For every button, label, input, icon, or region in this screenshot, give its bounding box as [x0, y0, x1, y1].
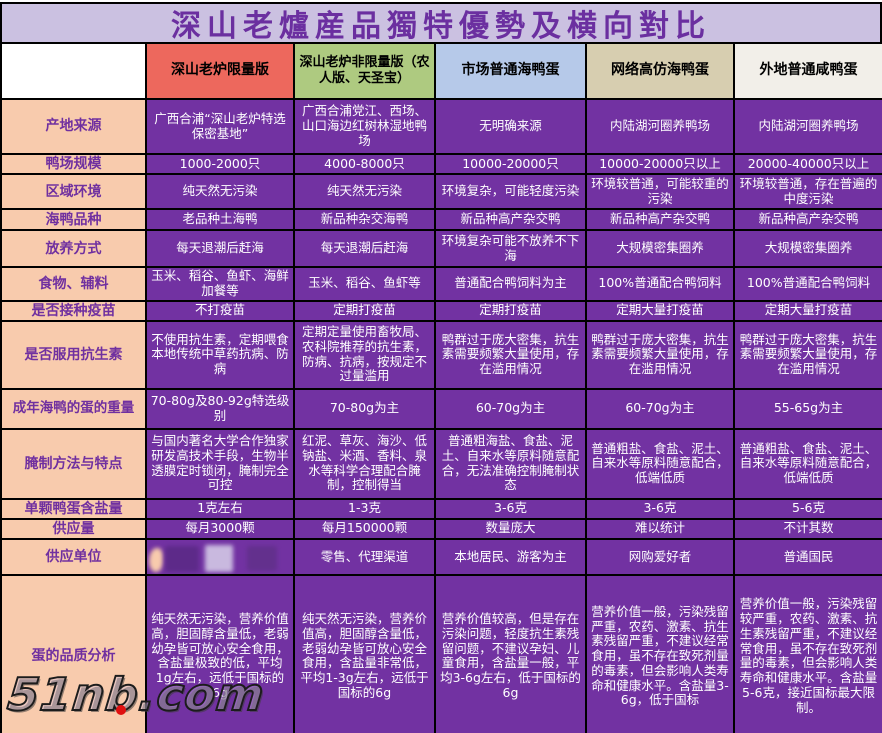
- row-label: 食物、辅料: [0, 266, 147, 302]
- table-cell: 普通粗海盐、食盐、泥土、自来水等原料随意配合，无法准确控制腌制状态: [434, 427, 587, 500]
- table-cell: 无明确来源: [434, 98, 587, 155]
- table-cell: 大规模密集圈养: [733, 229, 882, 269]
- table-cell: 4000-8000只: [293, 152, 436, 176]
- table-cell: 新品种高产杂交鸭: [434, 208, 587, 232]
- table-cell: 每天退潮后赶海: [293, 229, 436, 269]
- table-cell: 普通粗盐、食盐、泥土、自来水等原料随意配合，低端低质: [585, 427, 735, 500]
- table-cell: 环境复杂，可能轻度污染: [434, 173, 587, 211]
- table-cell: 鸭群过于庞大密集，抗生素需要频繁大量使用，存在滥用情况: [434, 319, 587, 390]
- table-cell: 100%普通配合鸭饲料: [733, 266, 882, 302]
- table-cell: 红泥、草灰、海沙、低钠盐、米酒、香料、泉水等科学合理配合腌制，控制得当: [293, 427, 436, 500]
- table-cell: 零售、代理渠道: [293, 537, 436, 576]
- table-cell: 普通粗盐、食盐、泥土、自来水等原料随意配合，低端低质: [733, 427, 882, 500]
- table-cell: 广西合浦党江、西场、山口海边红树林湿地鸭场: [293, 98, 436, 155]
- row-label: 区域环境: [0, 173, 147, 211]
- column-header: 深山老炉非限量版（农人版、天圣宝）: [293, 42, 436, 100]
- row-label: 腌制方法与特点: [0, 427, 147, 500]
- table-cell: 鸭群过于庞大密集，抗生素需要频繁大量使用，存在滥用情况: [733, 319, 882, 390]
- table-cell: 不打疫苗: [145, 299, 295, 322]
- comparison-table-body: 深山老炉限量版 深山老炉非限量版（农人版、天圣宝） 市场普通海鸭蛋 网络高仿海鸭蛋 外地…: [0, 42, 882, 733]
- table-cell: 定期大量打疫苗: [585, 299, 735, 322]
- row-label: 成年海鸭的蛋的重量: [0, 387, 147, 430]
- table-cell: 每天退潮后赶海: [145, 229, 295, 269]
- table-cell: 不使用抗生素，定期喂食本地传统中草药抗病、防病: [145, 319, 295, 390]
- table-cell: 环境较普通，可能较重的污染: [585, 173, 735, 211]
- table-cell: 定期大量打疫苗: [733, 299, 882, 322]
- row-label: 是否服用抗生素: [0, 319, 147, 390]
- table-cell: 广西合浦“深山老炉特选保密基地”: [145, 98, 295, 155]
- table-cell: 鸭群过于庞大密集，抗生素需要频繁大量使用，存在滥用情况: [585, 319, 735, 390]
- row-label: 产地来源: [0, 98, 147, 155]
- table-cell: 老品种土海鸭: [145, 208, 295, 232]
- table-cell: 55-65g为主: [733, 387, 882, 430]
- column-header: 深山老炉限量版: [145, 42, 295, 100]
- table-cell: 70-80g及80-92g特选级别: [145, 387, 295, 430]
- table-cell: 大规模密集圈养: [585, 229, 735, 269]
- table-cell: 每月150000颗: [293, 517, 436, 540]
- table-cell: 数量庞大: [434, 517, 587, 540]
- table-cell: 普通配合鸭饲料为主: [434, 266, 587, 302]
- table-cell: 纯天然无污染，营养价值高，胆固醇含量低，老弱幼孕皆可放心安全食用，含盐量非常低，…: [293, 573, 436, 733]
- row-label: 供应单位: [0, 537, 147, 576]
- table-cell: 定期定量使用畜牧局、农科院推荐的抗生素，防病、抗病，按规定不过量滥用: [293, 319, 436, 390]
- column-header: 市场普通海鸭蛋: [434, 42, 587, 100]
- table-cell: 1克左右: [145, 497, 295, 520]
- comparison-sheet: 深山老爐産品獨特優勢及横向對比 深山老炉限量版 深山老炉非限量版（农人版、天圣宝）…: [0, 0, 882, 733]
- table-cell: 60-70g为主: [585, 387, 735, 430]
- table-cell: 玉米、稻谷、鱼虾等: [293, 266, 436, 302]
- table-cell: 10000-20000只: [434, 152, 587, 176]
- table-cell: 玉米、稻谷、鱼虾、海鲜加餐等: [145, 266, 295, 302]
- row-label: 鸭场规模: [0, 152, 147, 176]
- table-cell: 100%普通配合鸭饲料: [585, 266, 735, 302]
- table-cell: 定期打疫苗: [434, 299, 587, 322]
- table-cell: 新品种高产杂交鸭: [733, 208, 882, 232]
- table-cell: 3-6克: [585, 497, 735, 520]
- table-cell: 60-70g为主: [434, 387, 587, 430]
- censored-cell: [145, 537, 295, 576]
- table-cell: 普通国民: [733, 537, 882, 576]
- censor-blur-block: [247, 545, 277, 571]
- corner-cell: [0, 42, 147, 100]
- table-cell: 定期打疫苗: [293, 299, 436, 322]
- table-cell: 1-3克: [293, 497, 436, 520]
- table-cell: 纯天然无污染: [293, 173, 436, 211]
- table-cell: 1000-2000只: [145, 152, 295, 176]
- sheet-title: 深山老爐産品獨特優勢及横向對比: [171, 9, 711, 44]
- table-cell: 10000-20000只以上: [585, 152, 735, 176]
- table-cell: 难以统计: [585, 517, 735, 540]
- table-cell: 网购爱好者: [585, 537, 735, 576]
- sheet-title-bar: 深山老爐産品獨特優勢及横向對比: [0, 2, 882, 44]
- table-cell: 70-80g为主: [293, 387, 436, 430]
- table-cell: 新品种杂交海鸭: [293, 208, 436, 232]
- watermark-red-dot: [116, 705, 126, 715]
- censor-blur-block: [165, 545, 199, 572]
- censor-blur-block: [149, 547, 163, 572]
- column-header: 网络高仿海鸭蛋: [585, 42, 735, 100]
- table-cell: 营养价值一般，污染残留严重，农药、激素、抗生素残留严重，不建议经常食用，虽不存在…: [585, 573, 735, 733]
- row-label: 是否接种疫苗: [0, 299, 147, 322]
- table-cell: 营养价值较高，但是存在污染问题，轻度抗生素残留问题，不建议孕妇、儿童食用，含盐量…: [434, 573, 587, 733]
- table-cell: 本地居民、游客为主: [434, 537, 587, 576]
- table-cell: 3-6克: [434, 497, 587, 520]
- table-cell: 新品种高产杂交鸭: [585, 208, 735, 232]
- table-cell: 5-6克: [733, 497, 882, 520]
- table-cell: 内陆湖河圈养鸭场: [585, 98, 735, 155]
- watermark-text: 51nb.com: [4, 667, 268, 722]
- column-header: 外地普通咸鸭蛋: [733, 42, 882, 100]
- comparison-table: 深山老炉限量版 深山老炉非限量版（农人版、天圣宝） 市场普通海鸭蛋 网络高仿海鸭蛋 外地…: [0, 42, 882, 733]
- row-label: 单颗鸭蛋含盐量: [0, 497, 147, 520]
- table-cell: 纯天然无污染: [145, 173, 295, 211]
- table-cell: 与国内著名大学合作独家研发高技术手段，生物半透膜定时锁闭，腌制完全可控: [145, 427, 295, 500]
- row-label: 海鸭品种: [0, 208, 147, 232]
- table-cell: 环境复杂可能不放养不下海: [434, 229, 587, 269]
- censor-blur-block: [205, 544, 233, 572]
- table-cell: 20000-40000只以上: [733, 152, 882, 176]
- table-cell: 每月3000颗: [145, 517, 295, 540]
- table-cell: 不计其数: [733, 517, 882, 540]
- table-cell: 内陆湖河圈养鸭场: [733, 98, 882, 155]
- row-label: 供应量: [0, 517, 147, 540]
- row-label: 放养方式: [0, 229, 147, 269]
- table-cell: 营养价值一般，污染残留较严重，农药、激素、抗生素残留严重，不建议经常食用，虽不存…: [733, 573, 882, 733]
- table-cell: 环境较普通，存在普遍的中度污染: [733, 173, 882, 211]
